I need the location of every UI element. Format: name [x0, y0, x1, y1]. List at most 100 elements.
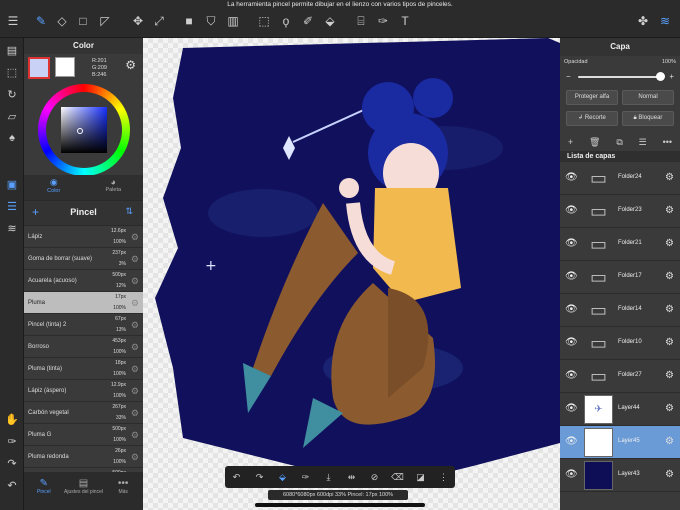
brush-gear-icon[interactable]: ⚙: [131, 364, 139, 375]
layer-row[interactable]: 👁︎ ▭ Folder17 ⚙: [560, 261, 680, 294]
brush-item[interactable]: Lápiz 12.6px 100% ⚙: [24, 226, 143, 248]
layer-row[interactable]: 👁︎ ▭ Folder14 ⚙: [560, 294, 680, 327]
brush-gear-icon[interactable]: ⚙: [131, 430, 139, 441]
brush-gear-icon[interactable]: ⚙: [131, 254, 139, 265]
layer-row[interactable]: 👁︎ ✈ Layer44 ⚙: [560, 393, 680, 426]
lasso-fill-icon[interactable]: ⬙: [275, 472, 291, 483]
visibility-eye-icon[interactable]: 👁︎: [565, 304, 578, 315]
frame-tool-icon[interactable]: ⌸: [352, 12, 370, 30]
layer-gear-icon[interactable]: ⚙: [665, 205, 674, 216]
layer-row[interactable]: 👁︎ ▭ Folder21 ⚙: [560, 228, 680, 261]
blend-mode-select[interactable]: Normal: [622, 90, 674, 105]
opacity-plus-icon[interactable]: +: [669, 72, 674, 81]
transform-tool-icon[interactable]: ⤢: [150, 12, 168, 30]
brush-gear-icon[interactable]: ⚙: [131, 276, 139, 287]
opacity-minus-icon[interactable]: −: [566, 72, 571, 81]
snap-off-icon[interactable]: ⊘: [367, 472, 383, 483]
brush-tool-icon[interactable]: ✎: [32, 12, 50, 30]
brush-gear-icon[interactable]: ⚙: [131, 298, 139, 309]
visibility-eye-icon[interactable]: 👁︎: [565, 238, 578, 249]
layer-row[interactable]: 👁︎ ▭ Folder27 ⚙: [560, 360, 680, 393]
color-picker-marker[interactable]: [77, 128, 83, 134]
brush-item[interactable]: Pluma 17px 100% ⚙: [24, 292, 143, 314]
layer-row[interactable]: 👁︎ ▭ Folder10 ⚙: [560, 327, 680, 360]
layers-toggle-icon[interactable]: ≋: [656, 12, 674, 30]
hand-icon[interactable]: ✋: [3, 410, 21, 428]
visibility-eye-icon[interactable]: 👁︎: [565, 337, 578, 348]
opacity-slider[interactable]: − +: [566, 72, 674, 82]
add-layer-icon[interactable]: +: [568, 137, 573, 147]
lock-button[interactable]: 🔒︎ Bloquear: [622, 111, 674, 126]
visibility-eye-icon[interactable]: 👁︎: [565, 172, 578, 183]
layer-row[interactable]: 👁︎ ▭ Folder23 ⚙: [560, 195, 680, 228]
clip-button[interactable]: ↲ Recorte: [566, 111, 618, 126]
color-settings-gear-icon[interactable]: ⚙: [125, 58, 136, 72]
delete-layer-icon[interactable]: 🗑︎: [589, 137, 600, 148]
protect-alpha-button[interactable]: Proteger alfa: [566, 90, 618, 105]
brush-gear-icon[interactable]: ⚙: [131, 408, 139, 419]
gallery-icon[interactable]: ▤: [3, 41, 21, 59]
materials-icon[interactable]: ✤: [634, 12, 652, 30]
text-tool-icon[interactable]: T: [396, 12, 414, 30]
layer-gear-icon[interactable]: ⚙: [665, 403, 674, 414]
undo-icon[interactable]: ↶: [3, 476, 21, 494]
duplicate-layer-icon[interactable]: ⧉: [616, 137, 622, 148]
visibility-eye-icon[interactable]: 👁︎: [565, 436, 578, 447]
eyedropper-icon[interactable]: ✑: [298, 472, 314, 483]
rotate-icon[interactable]: ↻: [3, 85, 21, 103]
redo-icon[interactable]: ↷: [252, 472, 268, 483]
undo-icon[interactable]: ↶: [229, 472, 245, 483]
redo-icon[interactable]: ↷: [3, 454, 21, 472]
secondary-color-swatch[interactable]: [55, 57, 75, 77]
brush-item[interactable]: Pincel (tinta) 2 67px 13% ⚙: [24, 314, 143, 336]
brush-item[interactable]: Carbón vegetal 267px 33% ⚙: [24, 402, 143, 424]
brush-settings-icon[interactable]: ♠: [3, 129, 21, 147]
layer-gear-icon[interactable]: ⚙: [665, 436, 674, 447]
drawing-canvas[interactable]: +: [143, 38, 560, 510]
layer-gear-icon[interactable]: ⚙: [665, 370, 674, 381]
brush-gear-icon[interactable]: ⚙: [131, 386, 139, 397]
brush-gear-icon[interactable]: ⚙: [131, 452, 139, 463]
brush-panel-icon[interactable]: ☰: [3, 197, 21, 215]
primary-color-swatch[interactable]: [28, 57, 50, 79]
brush-gear-icon[interactable]: ⚙: [131, 320, 139, 331]
gradient-tool-icon[interactable]: ▥: [224, 12, 242, 30]
lasso-tool-icon[interactable]: ϙ: [277, 12, 295, 30]
layer-gear-icon[interactable]: ⚙: [665, 469, 674, 480]
layer-list-icon[interactable]: ☰: [639, 137, 647, 148]
visibility-eye-icon[interactable]: 👁︎: [565, 403, 578, 414]
bucket-tool-icon[interactable]: ⛉: [202, 12, 220, 30]
layer-more-icon[interactable]: •••: [663, 137, 672, 147]
tab-brush-settings[interactable]: ▤ Ajustes del pincel: [64, 472, 104, 510]
layer-row[interactable]: 👁︎ ▭ Folder24 ⚙: [560, 162, 680, 195]
layer-panel-icon[interactable]: ≋: [3, 219, 21, 237]
layer-gear-icon[interactable]: ⚙: [665, 337, 674, 348]
grid-icon[interactable]: ⋮: [436, 472, 452, 483]
brush-item[interactable]: Borroso 453px 100% ⚙: [24, 336, 143, 358]
layer-gear-icon[interactable]: ⚙: [665, 238, 674, 249]
color-panel-icon[interactable]: ▣: [3, 175, 21, 193]
menu-icon[interactable]: ☰: [4, 12, 22, 30]
magic-wand-icon[interactable]: ✐: [299, 12, 317, 30]
brush-item[interactable]: Acuarela (acuoso) 500px 12% ⚙: [24, 270, 143, 292]
layer-gear-icon[interactable]: ⚙: [665, 172, 674, 183]
eyedropper-tool-icon[interactable]: ✑: [374, 12, 392, 30]
brush-item[interactable]: Pluma redonda 26px 100% ⚙: [24, 446, 143, 468]
layer-row[interactable]: 👁︎ Layer45 ⚙: [560, 426, 680, 459]
move-tool-icon[interactable]: ✥: [129, 12, 147, 30]
tab-color[interactable]: ◉ Color: [24, 175, 84, 200]
save-icon[interactable]: ⤓: [321, 472, 337, 483]
select-pen-icon[interactable]: ⬙: [321, 12, 339, 30]
color-square-picker[interactable]: [61, 107, 107, 153]
opacity-knob[interactable]: [656, 72, 665, 81]
fill-color-icon[interactable]: ■: [180, 12, 198, 30]
tab-palette[interactable]: ◕ Paleta: [84, 175, 144, 200]
rectangle-tool-icon[interactable]: □: [74, 12, 92, 30]
brush-gear-icon[interactable]: ⚙: [131, 232, 139, 243]
flip-icon[interactable]: ⇹: [344, 472, 360, 483]
ruler-icon[interactable]: ▱: [3, 107, 21, 125]
fill-shape-tool-icon[interactable]: ◸: [96, 12, 114, 30]
visibility-eye-icon[interactable]: 👁︎: [565, 271, 578, 282]
brush-gear-icon[interactable]: ⚙: [131, 342, 139, 353]
tab-more[interactable]: ••• Más: [103, 472, 143, 510]
